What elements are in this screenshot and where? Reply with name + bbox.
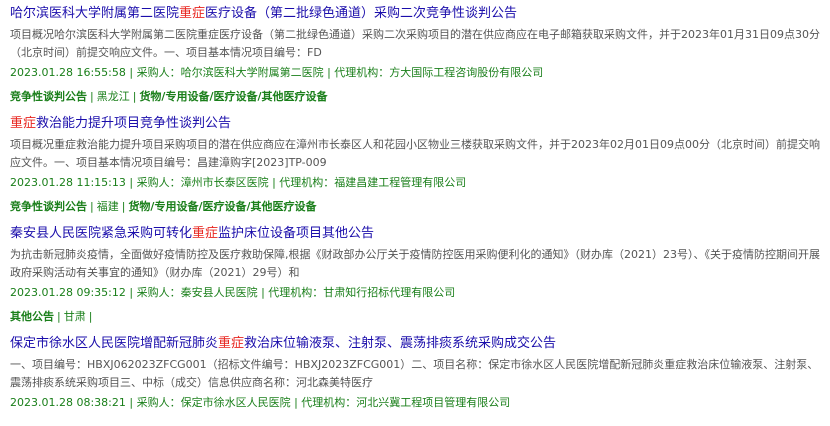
tag-announcement-type[interactable]: 竞争性谈判公告 (10, 90, 87, 103)
title-text: 哈尔滨医科大学附属第二医院 (10, 6, 180, 21)
publish-date: 2023.01.28 09:35:12 (10, 286, 126, 299)
result-summary: 项目概况哈尔滨医科大学附属第二医院重症医疗设备（第二批绿色通道）采购二次采购项目… (10, 28, 820, 59)
result-title-link[interactable]: 秦安县人民医院紧急采购可转化重症监护床位设备项目其他公告 (10, 224, 822, 244)
buyer-link[interactable]: 保定市徐水区人民医院 (181, 396, 291, 409)
agency-link[interactable]: 河北兴冀工程项目管理有限公司 (356, 396, 510, 409)
title-keyword-highlight: 重症 (179, 6, 206, 21)
result-meta: 2023.01.28 16:55:58 | 采购人：哈尔滨医科大学附属第二医院 … (10, 66, 544, 79)
result-summary: 一、项目编号：HBXJ062023ZFCG001（招标文件编号：HBXJ2023… (10, 358, 819, 389)
title-keyword-highlight: 重症 (218, 336, 245, 351)
tag-announcement-type[interactable]: 竞争性谈判公告 (10, 200, 87, 213)
result-item: 保定市徐水区人民医院增配新冠肺炎重症救治床位输液泵、注射泵、震荡排痰系统采购成交… (10, 334, 822, 412)
publish-date: 2023.01.28 08:38:21 (10, 396, 126, 409)
buyer-link[interactable]: 哈尔滨医科大学附属第二医院 (181, 66, 324, 79)
result-item: 重症救治能力提升项目竞争性谈判公告 项目概况重症救治能力提升项目采购项目的潜在供… (10, 114, 822, 216)
tag-region[interactable]: 福建 (97, 200, 119, 213)
agency-link[interactable]: 方大国际工程咨询股份有限公司 (389, 66, 543, 79)
search-results-list: 哈尔滨医科大学附属第二医院重症医疗设备（第二批绿色通道）采购二次竞争性谈判公告 … (0, 0, 822, 412)
agency-label: 代理机构： (334, 66, 390, 79)
tag-category[interactable]: 货物/专用设备/医疗设备/其他医疗设备 (128, 200, 316, 213)
tag-announcement-type[interactable]: 其他公告 (10, 310, 54, 323)
publish-date: 2023.01.28 11:15:13 (10, 176, 126, 189)
result-summary: 项目概况重症救治能力提升项目采购项目的潜在供应商应在漳州市长泰区人和花园小区物业… (10, 138, 820, 169)
title-keyword-highlight: 重症 (10, 116, 37, 131)
result-title-link[interactable]: 重症救治能力提升项目竞争性谈判公告 (10, 114, 822, 134)
title-text: 救治床位输液泵、注射泵、震荡排痰系统采购成交公告 (244, 336, 557, 351)
publish-date: 2023.01.28 16:55:58 (10, 66, 126, 79)
agency-label: 代理机构： (279, 176, 335, 189)
agency-link[interactable]: 福建昌建工程管理有限公司 (334, 176, 466, 189)
buyer-label: 采购人： (136, 176, 181, 189)
agency-label: 代理机构： (268, 286, 324, 299)
title-text: 秦安县人民医院紧急采购可转化 (10, 226, 193, 241)
tag-region[interactable]: 黑龙江 (97, 90, 130, 103)
title-text: 保定市徐水区人民医院增配新冠肺炎 (10, 336, 219, 351)
title-keyword-highlight: 重症 (192, 226, 219, 241)
buyer-label: 采购人： (136, 66, 181, 79)
buyer-label: 采购人： (136, 396, 181, 409)
title-text: 医疗设备（第二批绿色通道）采购二次竞争性谈判公告 (205, 6, 518, 21)
result-title-link[interactable]: 保定市徐水区人民医院增配新冠肺炎重症救治床位输液泵、注射泵、震荡排痰系统采购成交… (10, 334, 822, 354)
result-title-link[interactable]: 哈尔滨医科大学附属第二医院重症医疗设备（第二批绿色通道）采购二次竞争性谈判公告 (10, 4, 822, 24)
result-tags: 竞争性谈判公告 | 黑龙江 | 货物/专用设备/医疗设备/其他医疗设备 (10, 90, 328, 103)
agency-label: 代理机构： (301, 396, 357, 409)
title-text: 救治能力提升项目竞争性谈判公告 (36, 116, 232, 131)
buyer-link[interactable]: 漳州市长泰区医院 (181, 176, 269, 189)
result-summary: 为抗击新冠肺炎疫情，全面做好疫情防控及医疗救助保障,根据《财政部办公厅关于疫情防… (10, 248, 820, 279)
agency-link[interactable]: 甘肃知行招标代理有限公司 (323, 286, 455, 299)
result-item: 哈尔滨医科大学附属第二医院重症医疗设备（第二批绿色通道）采购二次竞争性谈判公告 … (10, 4, 822, 106)
title-text: 监护床位设备项目其他公告 (218, 226, 375, 241)
tag-category[interactable]: 货物/专用设备/医疗设备/其他医疗设备 (139, 90, 327, 103)
result-meta: 2023.01.28 08:38:21 | 采购人：保定市徐水区人民医院 | 代… (10, 396, 511, 409)
tag-region[interactable]: 甘肃 (64, 310, 86, 323)
result-meta: 2023.01.28 11:15:13 | 采购人：漳州市长泰区医院 | 代理机… (10, 176, 467, 189)
buyer-label: 采购人： (136, 286, 181, 299)
result-tags: 竞争性谈判公告 | 福建 | 货物/专用设备/医疗设备/其他医疗设备 (10, 200, 317, 213)
buyer-link[interactable]: 秦安县人民医院 (181, 286, 258, 299)
result-item: 秦安县人民医院紧急采购可转化重症监护床位设备项目其他公告 为抗击新冠肺炎疫情，全… (10, 224, 822, 326)
result-tags: 其他公告 | 甘肃 | (10, 310, 93, 323)
result-meta: 2023.01.28 09:35:12 | 采购人：秦安县人民医院 | 代理机构… (10, 286, 456, 299)
